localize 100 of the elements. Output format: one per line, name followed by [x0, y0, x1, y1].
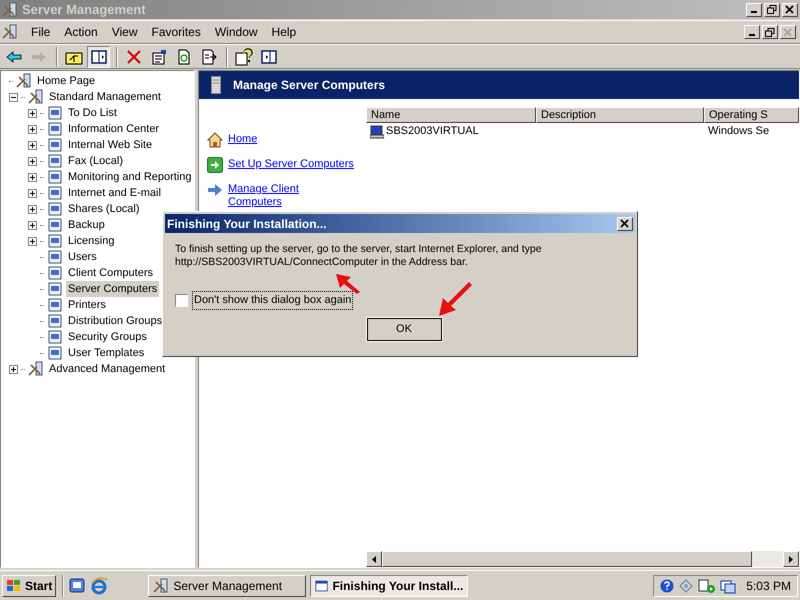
column-header[interactable]: Name — [366, 107, 536, 123]
expand-toggle[interactable] — [28, 156, 37, 166]
minimize-button[interactable] — [744, 25, 760, 39]
close-icon — [783, 28, 793, 36]
export-list-icon — [200, 48, 216, 64]
menu-item[interactable]: Action — [57, 23, 105, 41]
expand-toggle[interactable] — [28, 108, 37, 118]
column-header[interactable]: Description — [536, 107, 704, 123]
plus-icon — [29, 126, 36, 132]
ok-button[interactable]: OK — [366, 318, 442, 340]
close-button[interactable] — [782, 2, 798, 16]
tree-item[interactable]: Security Groups — [66, 329, 149, 345]
display-icon[interactable] — [720, 578, 736, 594]
plus-icon — [29, 238, 36, 244]
column-header[interactable]: Operating S — [704, 107, 799, 123]
plus-icon — [29, 190, 36, 196]
restore-button[interactable] — [762, 25, 778, 39]
refresh-icon — [176, 48, 192, 64]
expand-toggle[interactable] — [28, 220, 37, 230]
item-icon — [47, 265, 63, 281]
server-tools-icon — [16, 73, 32, 89]
plus-icon — [29, 206, 36, 212]
nav-link[interactable]: Home — [228, 132, 258, 146]
expand-toggle[interactable] — [28, 236, 37, 246]
taskbar-button[interactable]: Finishing Your Install... — [310, 574, 468, 596]
expand-toggle[interactable] — [28, 188, 37, 198]
tree-item[interactable]: User Templates — [66, 345, 146, 361]
server-tools-icon — [28, 89, 44, 105]
item-icon — [47, 169, 63, 185]
expand-toggle[interactable] — [28, 172, 37, 182]
desktop-icon[interactable] — [68, 576, 86, 594]
menu-item[interactable]: Favorites — [144, 23, 208, 41]
window-icon — [315, 578, 328, 594]
horizontal-scrollbar[interactable] — [366, 551, 799, 567]
item-icon — [47, 345, 63, 361]
item-icon — [47, 105, 63, 121]
item-icon — [47, 233, 63, 249]
scroll-right-icon — [789, 556, 793, 562]
taskbar-button[interactable]: Server Management — [148, 574, 306, 596]
expand-toggle[interactable] — [9, 364, 18, 374]
tree-item[interactable]: Server Computers — [66, 281, 160, 297]
nav-link[interactable]: Manage Client Computers — [228, 182, 299, 209]
checkbox[interactable] — [175, 294, 188, 307]
callout-arrow — [437, 280, 473, 318]
tree-item[interactable]: Printers — [66, 297, 108, 313]
close-button[interactable] — [780, 25, 796, 39]
tree-item[interactable]: Home Page — [35, 73, 98, 89]
item-icon — [47, 121, 63, 137]
tree-item[interactable]: Backup — [66, 217, 107, 233]
tree-item[interactable]: Distribution Groups — [66, 313, 164, 329]
expand-toggle[interactable] — [28, 204, 37, 214]
toolbar-button[interactable] — [87, 46, 110, 68]
minimize-button[interactable] — [746, 2, 762, 16]
tree-item[interactable]: Shares (Local) — [66, 201, 142, 217]
arrow-icon — [207, 182, 223, 198]
item-icon — [47, 201, 63, 217]
expand-toggle[interactable] — [28, 124, 37, 134]
server-tools-icon — [28, 361, 44, 377]
tree-item[interactable]: Internet and E-mail — [66, 185, 163, 201]
tree-item[interactable]: Monitoring and Reporting — [66, 169, 194, 185]
menu-item[interactable]: Window — [208, 23, 265, 41]
table-cell-text: Windows Se — [708, 124, 770, 140]
media-icon[interactable] — [698, 578, 716, 594]
windows-logo-icon — [6, 578, 22, 592]
tree-item[interactable]: Licensing — [66, 233, 116, 249]
pane-toggle-icon — [90, 48, 106, 64]
expand-toggle[interactable] — [28, 140, 37, 150]
close-button[interactable] — [617, 216, 633, 230]
tree-item[interactable]: Client Computers — [66, 265, 155, 281]
close-icon — [785, 5, 795, 14]
plus-icon — [10, 366, 17, 372]
dialog-title: Finishing Your Installation... — [167, 216, 327, 232]
checkbox-label[interactable]: Don't show this dialog box again — [192, 291, 354, 310]
tree-item[interactable]: Internal Web Site — [66, 137, 154, 153]
menu-item[interactable]: View — [104, 23, 144, 41]
tree-item[interactable]: Standard Management — [47, 89, 163, 105]
tree-item[interactable]: Users — [66, 249, 99, 265]
item-icon — [47, 217, 63, 233]
item-icon — [47, 329, 63, 345]
delete-icon — [126, 48, 142, 64]
menu-item[interactable]: File — [24, 23, 58, 41]
tree-item[interactable]: Information Center — [66, 121, 162, 137]
tree-item[interactable]: To Do List — [66, 105, 119, 121]
view-pane-icon — [260, 48, 276, 64]
server-tools-icon — [2, 2, 18, 18]
clock: 5:03 PM — [746, 578, 791, 594]
start-button[interactable]: Start — [2, 574, 56, 596]
tree-item[interactable]: Fax (Local) — [66, 153, 126, 169]
tree-item[interactable]: Advanced Management — [47, 361, 168, 377]
menu-item[interactable]: Help — [264, 23, 304, 41]
restore-icon — [765, 28, 775, 36]
restore-button[interactable] — [764, 2, 780, 16]
computer-icon — [370, 124, 384, 138]
collapse-toggle[interactable] — [9, 92, 18, 102]
plus-icon — [29, 110, 36, 116]
help-icon[interactable] — [660, 578, 674, 592]
close-icon — [620, 219, 630, 228]
plus-icon — [29, 222, 36, 228]
nav-link[interactable]: Set Up Server Computers — [228, 157, 354, 171]
callout-arrow — [335, 273, 361, 295]
